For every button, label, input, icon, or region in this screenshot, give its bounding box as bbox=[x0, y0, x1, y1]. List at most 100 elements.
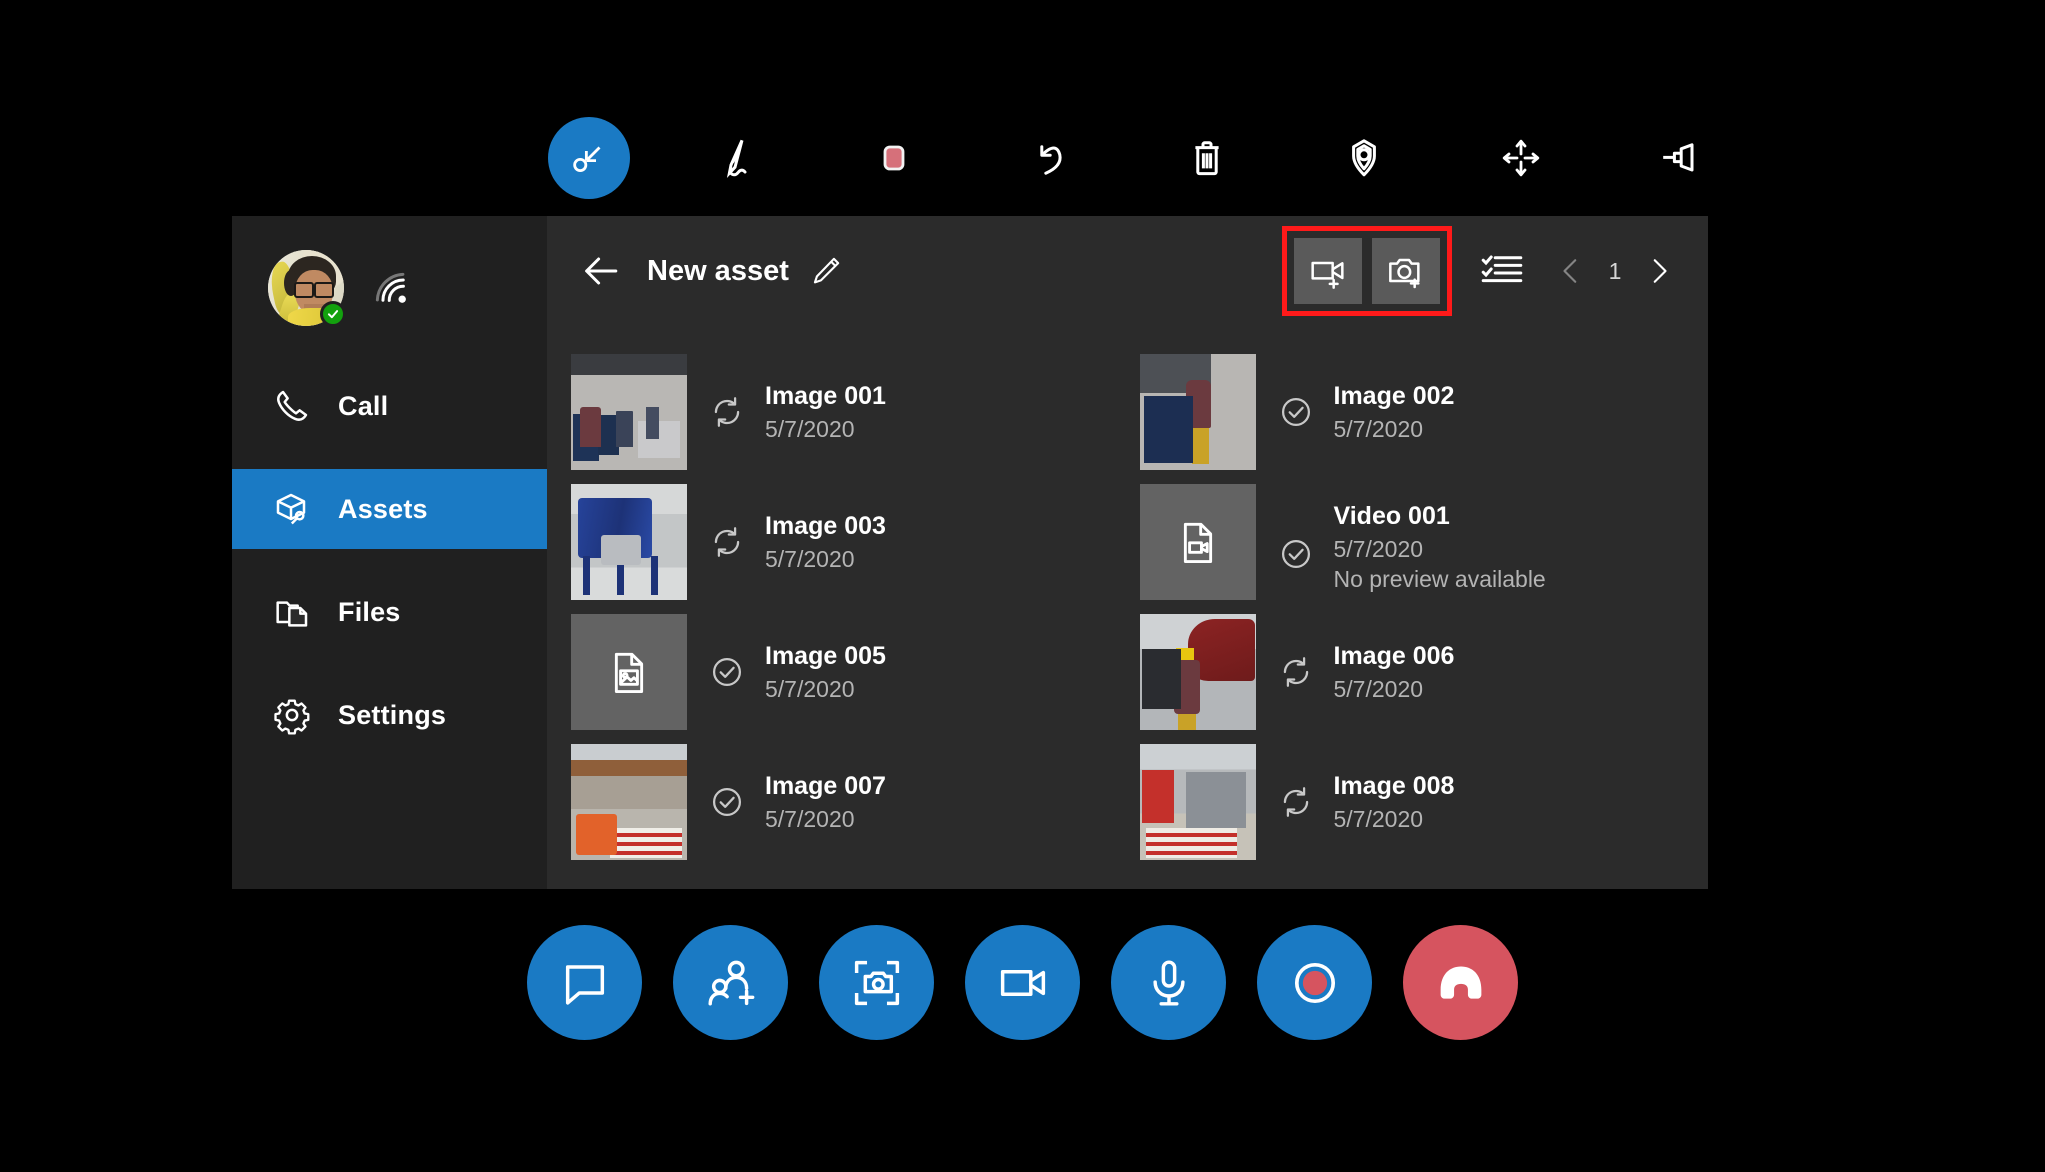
delete-tool[interactable] bbox=[1157, 108, 1257, 208]
move-tool[interactable] bbox=[1471, 108, 1571, 208]
asset-item[interactable]: Image 002 5/7/2020 bbox=[1139, 354, 1709, 484]
asset-thumbnail[interactable] bbox=[1139, 354, 1256, 470]
asset-item[interactable]: Image 007 5/7/2020 bbox=[571, 744, 1140, 874]
sidebar-item-settings[interactable]: Settings bbox=[232, 675, 547, 755]
sidebar-item-assets[interactable]: Assets bbox=[232, 469, 547, 549]
add-photo-button[interactable] bbox=[1372, 238, 1440, 304]
add-participant-button[interactable] bbox=[673, 925, 788, 1040]
asset-thumbnail[interactable] bbox=[1139, 744, 1256, 860]
synced-status-icon bbox=[1281, 397, 1310, 427]
synced-status-icon bbox=[712, 657, 742, 687]
page-title: New asset bbox=[647, 254, 789, 287]
toggle-mic-button[interactable] bbox=[1111, 925, 1226, 1040]
files-folder-icon bbox=[276, 601, 308, 627]
asset-name: Image 008 bbox=[1333, 772, 1455, 800]
trash-icon bbox=[1195, 141, 1220, 176]
record-button[interactable] bbox=[1257, 925, 1372, 1040]
place-marker-tool[interactable] bbox=[1314, 108, 1414, 208]
sidebar-nav: Call Assets Files Settings bbox=[232, 366, 547, 755]
capture-frame-icon bbox=[854, 960, 899, 1005]
pin-icon bbox=[1663, 143, 1694, 172]
wifi-icon bbox=[375, 272, 406, 303]
asset-grid: Image 001 5/7/2020 Image 002 5/7/2020 Im… bbox=[547, 326, 1708, 889]
asset-date: 5/7/2020 bbox=[765, 416, 855, 442]
chat-button[interactable] bbox=[527, 925, 642, 1040]
thumbnail-photo bbox=[571, 744, 687, 860]
phone-icon bbox=[277, 390, 308, 421]
thumbnail-placeholder bbox=[571, 614, 687, 730]
asset-name: Image 006 bbox=[1333, 642, 1455, 670]
asset-thumbnail[interactable] bbox=[1139, 484, 1256, 600]
asset-text: Image 002 5/7/2020 bbox=[1334, 380, 1455, 444]
annotation-toolbar bbox=[548, 108, 1728, 208]
toggle-video-button[interactable] bbox=[965, 925, 1080, 1040]
sidebar-item-label: Call bbox=[338, 390, 389, 421]
thumbnail-photo bbox=[1139, 354, 1256, 470]
end-call-button[interactable] bbox=[1403, 925, 1518, 1040]
asset-thumbnail[interactable] bbox=[571, 484, 687, 600]
asset-item[interactable]: Image 008 5/7/2020 bbox=[1139, 744, 1709, 874]
add-video-button[interactable] bbox=[1294, 238, 1362, 304]
asset-item[interactable]: Image 005 5/7/2020 bbox=[571, 614, 1140, 744]
asset-name: Video 001 bbox=[1333, 502, 1450, 530]
asset-text: Image 006 5/7/2020 bbox=[1334, 640, 1455, 704]
call-control-bar bbox=[0, 925, 2045, 1040]
next-page-icon[interactable] bbox=[1642, 250, 1676, 292]
sidebar-item-label: Files bbox=[338, 596, 401, 627]
video-file-icon bbox=[1183, 522, 1212, 563]
asset-thumbnail[interactable] bbox=[571, 744, 687, 860]
pin-tool[interactable] bbox=[1628, 108, 1728, 208]
asset-name: Image 001 bbox=[765, 382, 886, 410]
pen-tool[interactable] bbox=[687, 108, 787, 208]
edit-pencil-icon[interactable] bbox=[809, 254, 843, 288]
sidebar: Call Assets Files Settings bbox=[232, 216, 547, 889]
asset-name: Image 005 bbox=[765, 642, 886, 670]
asset-date: 5/7/2020 bbox=[765, 546, 855, 572]
synced-status-icon bbox=[1281, 539, 1310, 569]
prev-page-icon[interactable] bbox=[1554, 250, 1588, 292]
microphone-icon bbox=[1152, 959, 1185, 1006]
sidebar-item-label: Assets bbox=[338, 493, 428, 524]
asset-item[interactable]: Video 001 5/7/2020 No preview available bbox=[1139, 484, 1709, 614]
asset-text: Image 005 5/7/2020 bbox=[765, 640, 886, 704]
sidebar-item-files[interactable]: Files bbox=[232, 572, 547, 652]
asset-text: Video 001 5/7/2020 No preview available bbox=[1334, 500, 1546, 595]
check-icon bbox=[327, 310, 339, 319]
pointer-arrow-tool[interactable] bbox=[548, 117, 630, 199]
thumbnail-photo bbox=[1139, 744, 1256, 860]
thumbnail-photo bbox=[571, 484, 687, 600]
page-number: 1 bbox=[1608, 257, 1622, 284]
synced-status-icon bbox=[712, 787, 742, 817]
asset-note: No preview available bbox=[1333, 566, 1546, 593]
video-plus-icon bbox=[1311, 261, 1344, 289]
gear-icon bbox=[274, 699, 310, 735]
sidebar-item-call[interactable]: Call bbox=[232, 366, 547, 446]
select-list-icon[interactable] bbox=[1478, 247, 1526, 295]
eraser-tool[interactable] bbox=[844, 108, 944, 208]
asset-thumbnail[interactable] bbox=[571, 614, 687, 730]
profile-row bbox=[232, 236, 547, 340]
asset-item[interactable]: Image 003 5/7/2020 bbox=[571, 484, 1140, 614]
asset-name: Image 007 bbox=[765, 772, 886, 800]
asset-thumbnail[interactable] bbox=[571, 354, 687, 470]
sync-status-icon bbox=[1283, 657, 1308, 687]
undo-tool[interactable] bbox=[1001, 108, 1101, 208]
main-panel: Call Assets Files Settings New asset 1 I… bbox=[232, 216, 1708, 889]
assets-box-icon bbox=[276, 493, 306, 525]
capture-buttons-group bbox=[1282, 226, 1452, 316]
add-person-icon bbox=[707, 960, 754, 1006]
asset-date: 5/7/2020 bbox=[765, 806, 855, 832]
eraser-icon bbox=[883, 145, 905, 171]
avatar[interactable] bbox=[268, 250, 346, 327]
asset-thumbnail[interactable] bbox=[1139, 614, 1256, 730]
asset-date: 5/7/2020 bbox=[1333, 536, 1424, 562]
move-arrows-icon bbox=[1502, 139, 1540, 177]
asset-item[interactable]: Image 006 5/7/2020 bbox=[1139, 614, 1709, 744]
back-arrow-icon[interactable] bbox=[577, 247, 625, 295]
capture-photo-button[interactable] bbox=[819, 925, 934, 1040]
pen-icon bbox=[726, 139, 747, 179]
asset-item[interactable]: Image 001 5/7/2020 bbox=[571, 354, 1140, 484]
sync-status-icon bbox=[714, 397, 740, 427]
sidebar-item-label: Settings bbox=[338, 699, 447, 730]
asset-date: 5/7/2020 bbox=[1333, 676, 1424, 702]
